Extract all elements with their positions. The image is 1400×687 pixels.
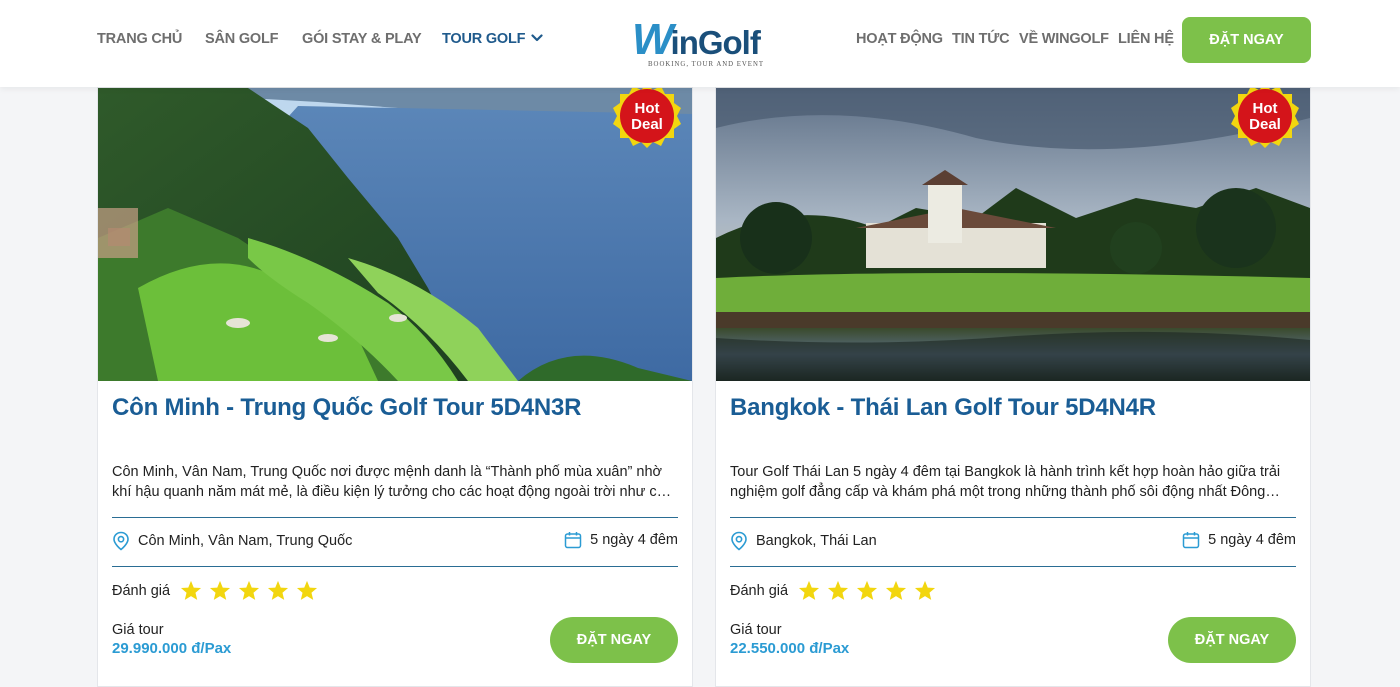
price-label: Giá tour <box>730 622 782 638</box>
site-header: TRANG CHỦ SÂN GOLF GÓI STAY & PLAY TOUR … <box>0 0 1400 87</box>
star-icon <box>857 580 878 600</box>
nav-tin-tuc[interactable]: TIN TỨC <box>952 31 1010 47</box>
hot-deal-label: Hot Deal <box>1229 101 1301 133</box>
tour-title[interactable]: Côn Minh - Trung Quốc Golf Tour 5D4N3R <box>112 394 682 422</box>
logo-letter-w: W <box>632 15 674 64</box>
hot-deal-label: Hot Deal <box>611 101 683 133</box>
rating-label: Đánh giá <box>112 582 171 599</box>
nav-tour-golf[interactable]: TOUR GOLF <box>442 31 543 47</box>
star-rating <box>798 580 936 601</box>
tour-price: 29.990.000 đ/Pax <box>112 640 232 657</box>
tour-price: 22.550.000 đ/Pax <box>730 640 850 657</box>
star-icon <box>239 580 260 600</box>
header-book-now-button[interactable]: ĐẶT NGAY <box>1182 17 1311 63</box>
hot-deal-line-1: Hot <box>1252 100 1278 117</box>
tour-card-bangkok: Hot Deal Bangkok - Thái Lan Golf Tour 5D… <box>715 87 1311 687</box>
tour-card-con-minh: Hot Deal Côn Minh - Trung Quốc Golf Tour… <box>97 87 693 687</box>
tour-duration: 5 ngày 4 đêm <box>564 531 678 549</box>
tour-location-text: Bangkok, Thái Lan <box>756 533 877 549</box>
star-icon <box>268 580 289 600</box>
calendar-icon <box>564 532 582 549</box>
nav-hoat-dong[interactable]: HOẠT ĐỘNG <box>856 31 943 47</box>
logo-text: inGolf <box>670 24 761 61</box>
star-icon <box>210 580 231 600</box>
hot-deal-badge: Hot Deal <box>611 88 683 154</box>
star-icon <box>297 580 318 600</box>
star-icon <box>886 580 907 600</box>
book-now-button[interactable]: ĐẶT NGAY <box>550 617 678 663</box>
location-pin-icon <box>113 531 129 551</box>
tour-image-bangkok[interactable] <box>716 88 1310 381</box>
hot-deal-line-1: Hot <box>634 100 660 117</box>
divider <box>112 566 678 567</box>
tour-rating: Đánh giá <box>112 580 318 601</box>
star-rating <box>180 580 318 601</box>
location-pin-icon <box>731 531 747 551</box>
tour-location: Bangkok, Thái Lan <box>730 531 877 551</box>
hot-deal-line-2: Deal <box>1249 116 1281 133</box>
rating-label: Đánh giá <box>730 582 789 599</box>
tour-location-text: Côn Minh, Vân Nam, Trung Quốc <box>138 533 353 549</box>
nav-san-golf[interactable]: SÂN GOLF <box>205 31 279 47</box>
divider <box>730 517 1296 518</box>
tour-title[interactable]: Bangkok - Thái Lan Golf Tour 5D4N4R <box>730 394 1300 422</box>
hot-deal-badge: Hot Deal <box>1229 88 1301 154</box>
calendar-icon <box>1182 532 1200 549</box>
divider <box>730 566 1296 567</box>
star-icon <box>181 580 202 600</box>
tour-location: Côn Minh, Vân Nam, Trung Quốc <box>112 531 352 551</box>
nav-ve-wingolf[interactable]: VỀ WINGOLF <box>1019 31 1109 47</box>
star-icon <box>828 580 849 600</box>
price-label: Giá tour <box>112 622 164 638</box>
tour-rating: Đánh giá <box>730 580 936 601</box>
wingolf-logo[interactable]: WinGolf BOOKING, TOUR AND EVENT <box>632 8 777 74</box>
divider <box>112 517 678 518</box>
tour-duration-text: 5 ngày 4 đêm <box>590 532 678 548</box>
tour-duration: 5 ngày 4 đêm <box>1182 531 1296 549</box>
nav-goi-stay-play[interactable]: GÓI STAY & PLAY <box>302 31 422 47</box>
chevron-down-icon <box>531 34 543 41</box>
nav-lien-he[interactable]: LIÊN HỆ <box>1118 31 1174 47</box>
book-now-button[interactable]: ĐẶT NGAY <box>1168 617 1296 663</box>
nav-tour-golf-label: TOUR GOLF <box>442 31 526 47</box>
star-icon <box>915 580 936 600</box>
logo-tagline: BOOKING, TOUR AND EVENT <box>648 61 765 68</box>
tour-description: Tour Golf Thái Lan 5 ngày 4 đêm tại Bang… <box>730 464 1281 500</box>
hot-deal-line-2: Deal <box>631 116 663 133</box>
logo-wordmark: WinGolf <box>632 18 761 63</box>
nav-trang-chu[interactable]: TRANG CHỦ <box>97 31 182 47</box>
tour-image-con-minh[interactable] <box>98 88 692 381</box>
tour-duration-text: 5 ngày 4 đêm <box>1208 532 1296 548</box>
star-icon <box>799 580 820 600</box>
tour-description: Côn Minh, Vân Nam, Trung Quốc nơi được m… <box>112 464 678 500</box>
